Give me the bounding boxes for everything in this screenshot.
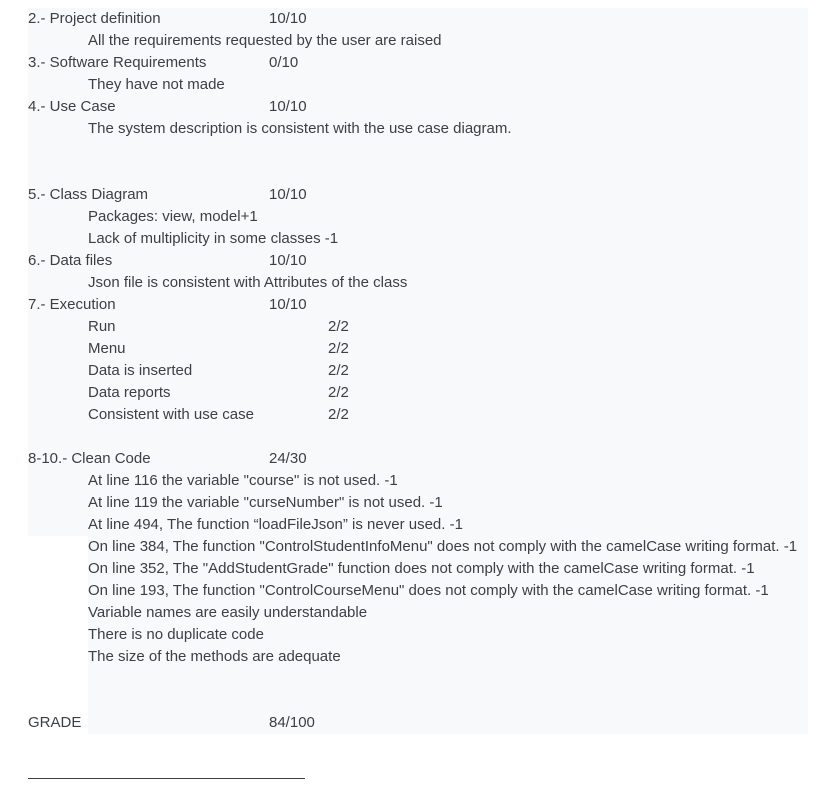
item-label: Data is inserted [88,362,193,379]
section-data-files: 6.- Data files 10/10 [28,250,808,272]
note: There is no duplicate code [88,626,264,643]
section-software-requirements: 3.- Software Requirements 0/10 [28,52,808,74]
note: Variable names are easily understandable [88,604,368,621]
section-label: 2.- Project definition [28,10,161,27]
section-label: 6.- Data files [28,252,113,269]
section-label: 8-10.- Clean Code [28,450,151,467]
section-score: 10/10 [269,296,307,313]
grade-score: 84/100 [269,714,315,731]
section-execution: 7.- Execution 10/10 [28,294,808,316]
note: On line 193, The function "ControlCourse… [88,582,769,599]
note: At line 119 the variable "curseNumber" i… [88,494,443,511]
note: At line 116 the variable "course" is not… [88,472,398,489]
item-score: 2/2 [328,340,349,357]
execution-item: Data is inserted 2/2 [28,360,808,382]
section-score: 10/10 [269,252,307,269]
item-label: Data reports [88,384,171,401]
item-score: 2/2 [328,406,349,423]
section-use-case: 4.- Use Case 10/10 [28,96,808,118]
note: At line 494, The function “loadFileJson”… [88,516,463,533]
grade-total: GRADE 84/100 [28,712,808,734]
section-label: 3.- Software Requirements [28,54,207,71]
execution-item: Consistent with use case 2/2 [28,404,808,426]
execution-item: Menu 2/2 [28,338,808,360]
note: They have not made [88,76,225,93]
section-label: 7.- Execution [28,296,116,313]
note: Json file is consistent with Attributes … [88,274,408,291]
section-class-diagram: 5.- Class Diagram 10/10 [28,184,808,206]
note: Packages: view, model+1 [88,208,258,225]
note: Lack of multiplicity in some classes -1 [88,230,339,247]
section-project-definition: 2.- Project definition 10/10 [28,8,808,30]
note: On line 384, The function "ControlStuden… [88,538,798,555]
item-score: 2/2 [328,318,349,335]
section-label: 4.- Use Case [28,98,116,115]
section-score: 0/10 [269,54,299,71]
item-label: Run [88,318,116,335]
section-score: 10/10 [269,186,307,203]
section-label: 5.- Class Diagram [28,186,149,203]
grading-document: 2.- Project definition 10/10 All the requ… [28,8,808,779]
note: On line 352, The "AddStudentGrade" funct… [88,560,755,577]
note: All the requirements requested by the us… [88,32,442,49]
note: The size of the methods are adequate [88,648,341,665]
item-label: Consistent with use case [88,406,254,423]
execution-item: Run 2/2 [28,316,808,338]
section-score: 10/10 [269,10,307,27]
section-score: 24/30 [269,450,307,467]
execution-item: Data reports 2/2 [28,382,808,404]
item-score: 2/2 [328,384,349,401]
signature-line [28,778,305,779]
section-clean-code: 8-10.- Clean Code 24/30 [28,448,808,470]
note: The system description is consistent wit… [88,120,512,137]
section-score: 10/10 [269,98,307,115]
item-score: 2/2 [328,362,349,379]
item-label: Menu [88,340,126,357]
grade-label: GRADE [28,714,82,731]
